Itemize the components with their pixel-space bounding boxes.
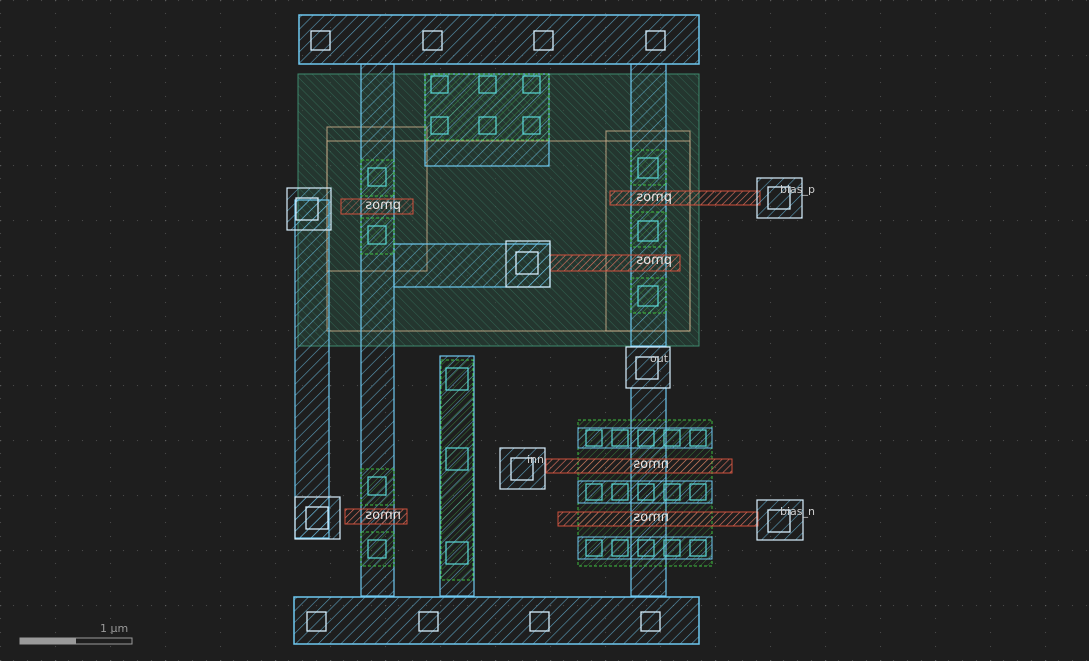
pin-label-bias-p: bias_p xyxy=(780,183,815,196)
device-label-pmos-1: pmos xyxy=(365,198,401,213)
device-label-pmos-3: pmos xyxy=(636,253,672,268)
vss-rail[interactable] xyxy=(293,596,700,645)
vdd-rail[interactable] xyxy=(298,14,700,65)
device-label-pmos-2: pmos xyxy=(636,190,672,205)
scale-bar-label: 1 μm xyxy=(100,622,128,635)
device-label-nmos-3: nmos xyxy=(365,508,401,523)
device-label-nmos-2: nmos xyxy=(633,510,669,525)
pin-label-out: out xyxy=(650,352,669,365)
device-label-nmos-1: nmos xyxy=(633,457,669,472)
nmos-active-strips xyxy=(577,427,713,560)
pin-label-inn: inn xyxy=(527,453,544,466)
layout-canvas[interactable]: pmos pmos pmos nmos nmos nmos bias_p bia… xyxy=(0,0,1089,661)
pin-label-bias-n: bias_n xyxy=(780,505,815,518)
